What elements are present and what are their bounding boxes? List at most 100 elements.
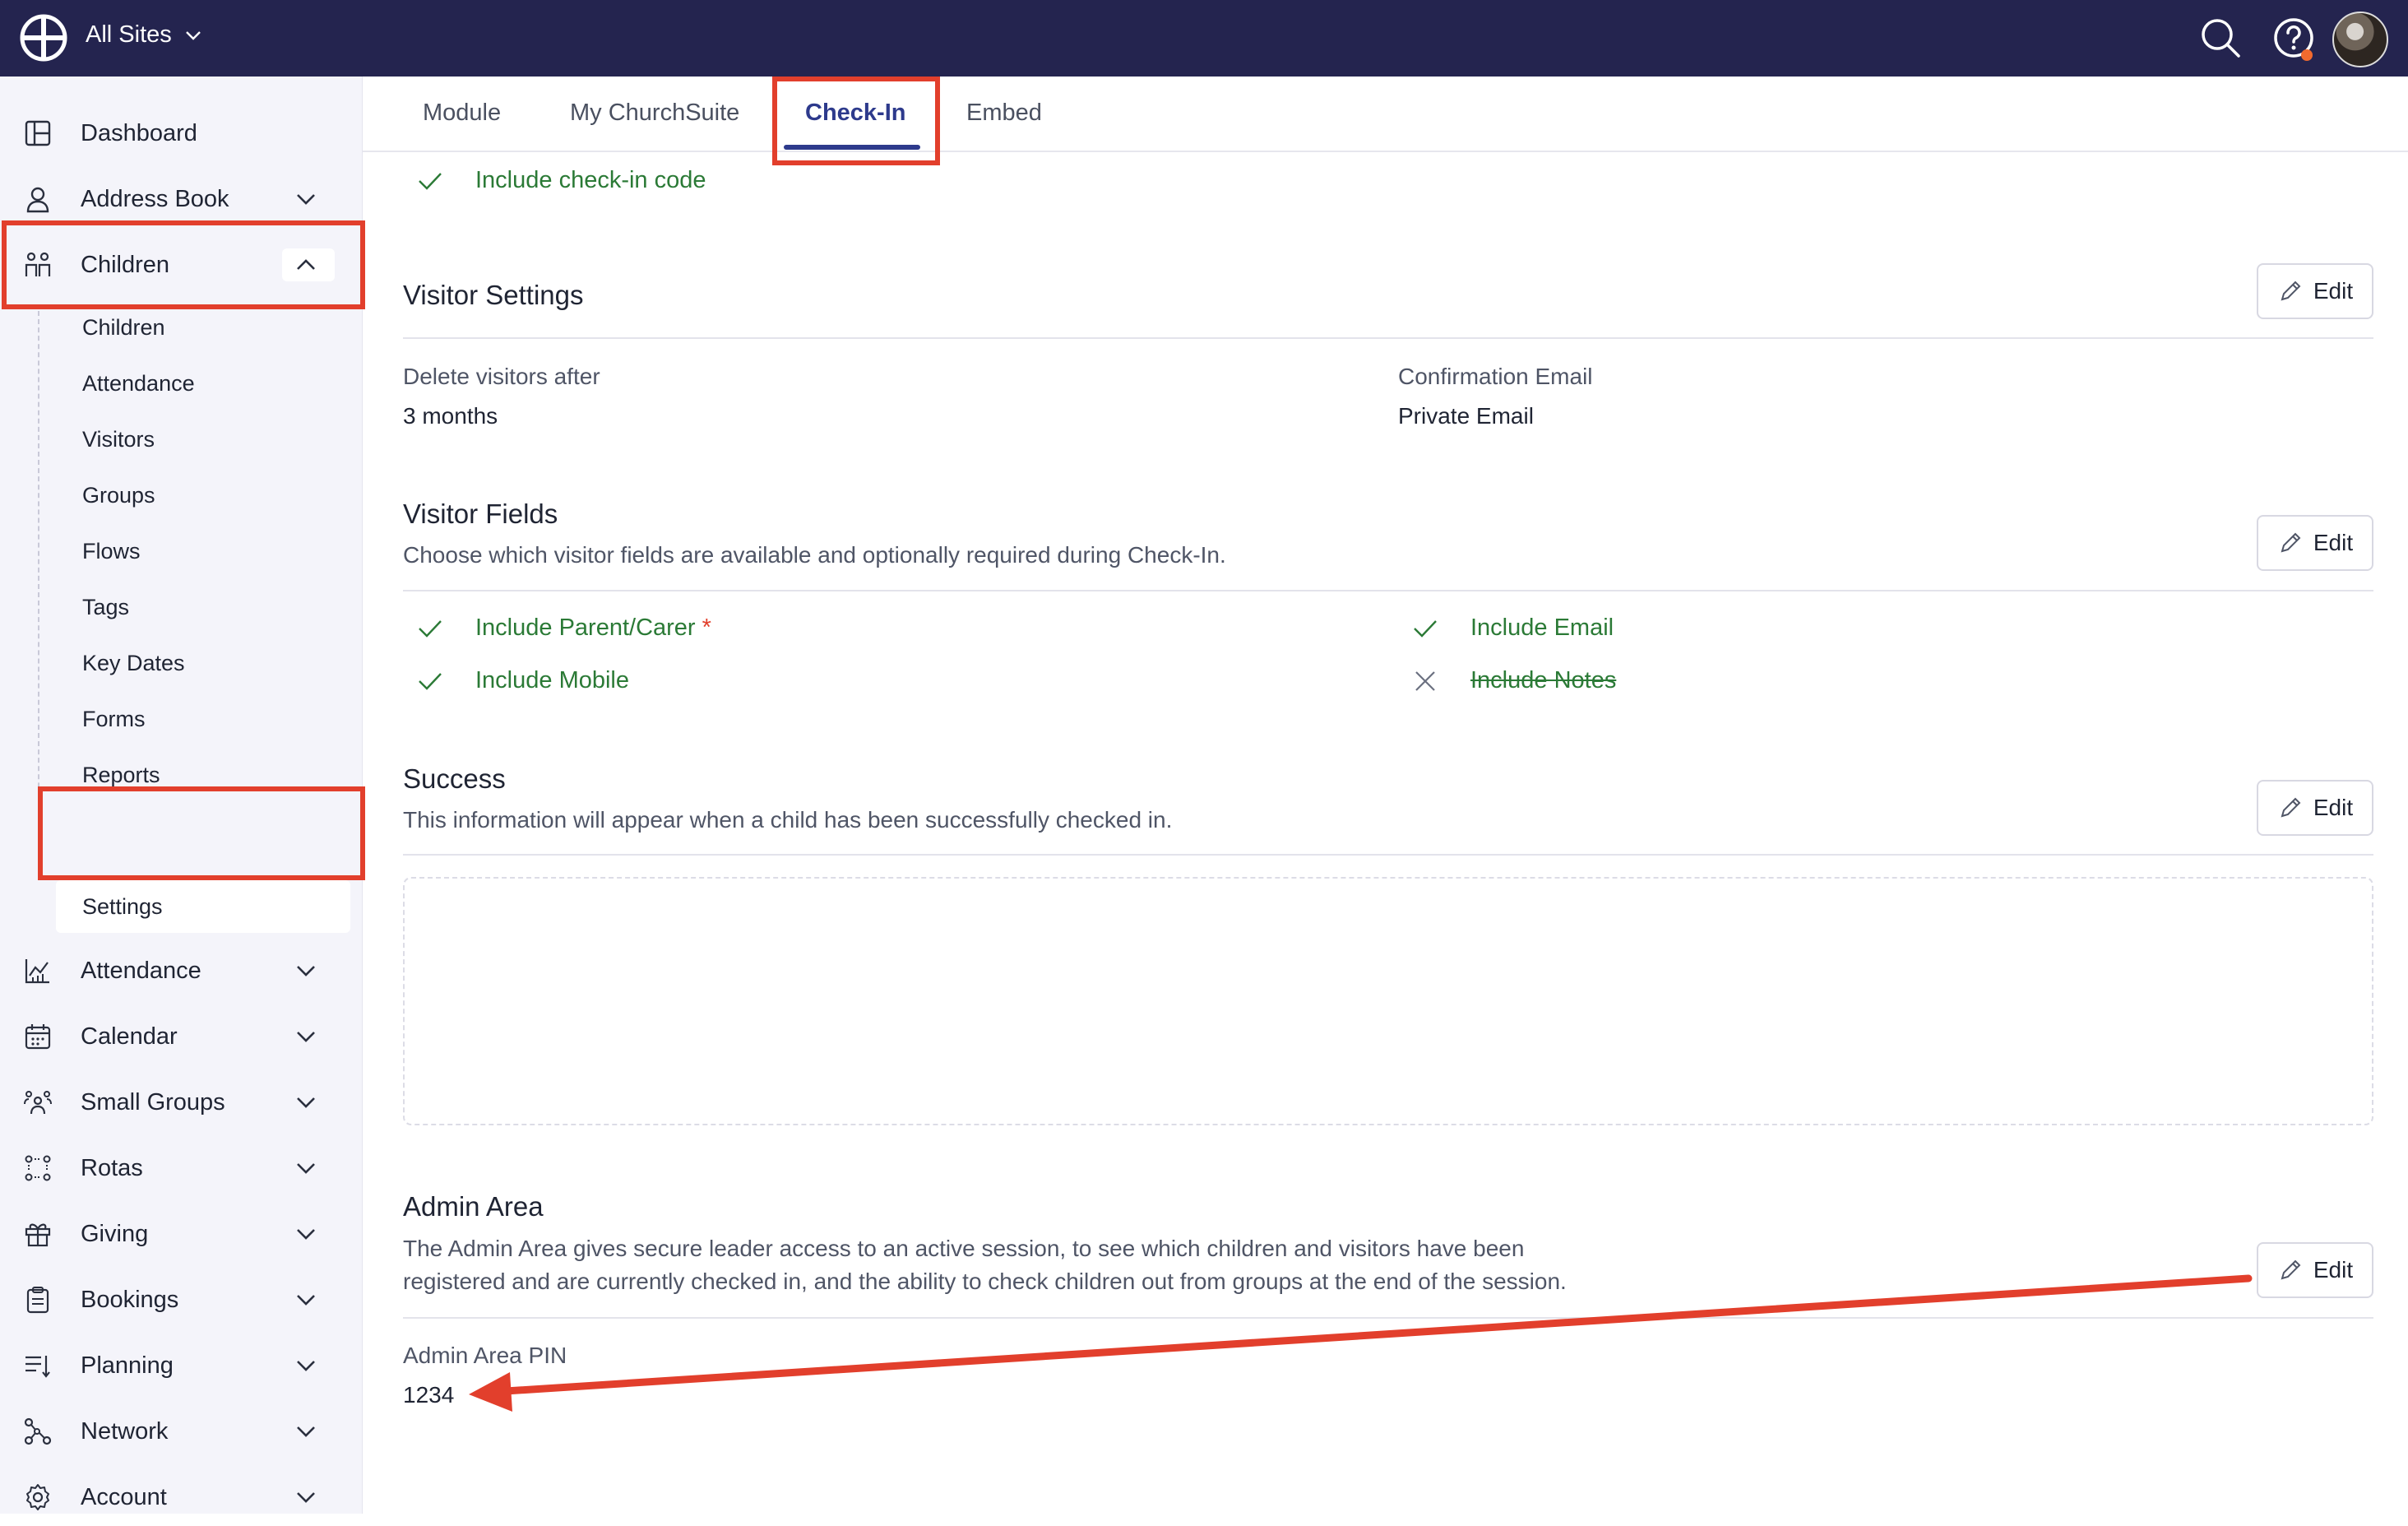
include-parent-carer-label: Include Parent/Carer (475, 615, 696, 641)
sidebar-item-label: Attendance (81, 957, 201, 984)
dashboard-icon (25, 120, 51, 146)
sidebar-item-address-book[interactable]: Address Book (0, 170, 362, 228)
notification-dot (2301, 49, 2313, 61)
tab-embed[interactable]: Embed (966, 100, 1042, 127)
gear-icon (26, 1484, 49, 1510)
annotation-highlight-check-in-tab (772, 77, 940, 165)
divider (403, 337, 2373, 339)
pencil-icon (2281, 797, 2301, 818)
calendar-icon (25, 1024, 51, 1050)
divider (403, 854, 2373, 856)
delete-visitors-label: Delete visitors after (403, 364, 600, 389)
tab-my-churchsuite[interactable]: My ChurchSuite (570, 100, 739, 127)
chevron-down-icon[interactable] (294, 1222, 317, 1245)
site-selector[interactable]: All Sites (86, 21, 203, 49)
sidebar-item-label: Giving (81, 1220, 149, 1247)
chevron-down-icon[interactable] (294, 1157, 317, 1180)
include-parent-carer: Include Parent/Carer * (475, 615, 711, 642)
search-icon[interactable] (2197, 15, 2244, 61)
success-description: This information will appear when a chil… (403, 807, 1173, 833)
sidebar-item-calendar[interactable]: Calendar (0, 1008, 362, 1065)
edit-visitor-settings-button[interactable]: Edit (2257, 263, 2373, 319)
visitor-fields-title: Visitor Fields (403, 499, 558, 529)
success-title: Success (403, 763, 506, 794)
pencil-icon (2281, 281, 2301, 301)
admin-area-pin-value: 1234 (403, 1382, 455, 1408)
cross-icon (1415, 671, 1435, 691)
sidebar-item-bookings[interactable]: Bookings (0, 1271, 362, 1329)
sidebar-item-label: Small Groups (81, 1088, 225, 1116)
confirmation-email-value: Private Email (1398, 403, 1534, 429)
sidebar-item-label: Planning (81, 1352, 174, 1379)
edit-label: Edit (2313, 1257, 2354, 1282)
chevron-down-icon[interactable] (294, 1486, 317, 1509)
sidebar-item-small-groups[interactable]: Small Groups (0, 1074, 362, 1131)
top-bar: All Sites (0, 0, 2408, 77)
sidebar-item-rotas[interactable]: Rotas (0, 1139, 362, 1197)
churchsuite-logo-icon[interactable] (20, 14, 67, 62)
chevron-down-icon[interactable] (294, 959, 317, 982)
sidebar-item-account[interactable]: Account (0, 1468, 362, 1526)
sub-item-flows[interactable]: Flows (82, 531, 141, 572)
admin-area-title: Admin Area (403, 1191, 544, 1222)
pencil-icon (2281, 1259, 2301, 1280)
chevron-down-icon[interactable] (294, 188, 317, 211)
sub-item-forms[interactable]: Forms (82, 698, 146, 740)
sidebar-item-network[interactable]: Network (0, 1403, 362, 1460)
sidebar-item-label: Bookings (81, 1286, 179, 1313)
edit-success-button[interactable]: Edit (2257, 780, 2373, 836)
sub-item-attendance[interactable]: Attendance (82, 363, 195, 404)
chevron-down-icon[interactable] (294, 1354, 317, 1377)
required-asterisk: * (702, 615, 711, 641)
visitor-fields-description: Choose which visitor fields are availabl… (403, 542, 1226, 568)
sub-item-groups[interactable]: Groups (82, 475, 155, 516)
sidebar-item-label: Address Book (81, 185, 229, 212)
edit-visitor-fields-button[interactable]: Edit (2257, 515, 2373, 571)
edit-admin-area-button[interactable]: Edit (2257, 1242, 2373, 1298)
annotation-highlight-children (2, 220, 365, 309)
include-email: Include Email (1470, 615, 1614, 641)
sidebar-item-planning[interactable]: Planning (0, 1337, 362, 1394)
divider (403, 1317, 2373, 1319)
tab-bar: Module My ChurchSuite Check-In Embed (363, 77, 2408, 152)
planning-icon (25, 1356, 50, 1378)
user-avatar[interactable] (2332, 12, 2388, 67)
sidebar-item-label: Calendar (81, 1023, 178, 1050)
chevron-down-icon[interactable] (294, 1091, 317, 1114)
groups-icon (24, 1091, 52, 1115)
annotation-highlight-settings (38, 786, 365, 880)
admin-area-description-line2: registered and are currently checked in,… (403, 1269, 1567, 1294)
edit-label: Edit (2313, 795, 2354, 820)
include-mobile: Include Mobile (475, 667, 629, 693)
delete-visitors-value: 3 months (403, 403, 498, 429)
chevron-down-icon (185, 30, 201, 40)
check-icon (419, 673, 442, 690)
sub-item-visitors[interactable]: Visitors (82, 419, 155, 460)
sidebar-item-dashboard[interactable]: Dashboard (0, 104, 362, 162)
edit-label: Edit (2313, 278, 2354, 304)
sidebar-item-label: Account (81, 1483, 167, 1510)
sub-item-key-dates[interactable]: Key Dates (82, 642, 185, 684)
sidebar-item-giving[interactable]: Giving (0, 1205, 362, 1263)
sidebar-item-attendance[interactable]: Attendance (0, 942, 362, 1000)
rotas-icon (25, 1155, 51, 1181)
sub-item-settings[interactable]: Settings (82, 886, 163, 927)
include-check-in-code: Include check-in code (475, 167, 706, 193)
include-notes: Include Notes (1470, 667, 1617, 693)
sidebar-item-label: Network (81, 1417, 169, 1445)
edit-label: Edit (2313, 530, 2354, 555)
chevron-down-icon[interactable] (294, 1288, 317, 1311)
sub-item-tags[interactable]: Tags (82, 587, 129, 628)
confirmation-email-label: Confirmation Email (1398, 364, 1593, 389)
success-message-box (403, 877, 2373, 1125)
chevron-down-icon[interactable] (294, 1420, 317, 1443)
chevron-down-icon[interactable] (294, 1025, 317, 1048)
divider (403, 590, 2373, 591)
sub-item-children[interactable]: Children (82, 307, 165, 348)
admin-area-description-line1: The Admin Area gives secure leader acces… (403, 1236, 1525, 1261)
chart-icon (25, 959, 49, 984)
check-icon (419, 173, 442, 190)
tab-module[interactable]: Module (423, 100, 501, 127)
admin-area-pin-label: Admin Area PIN (403, 1343, 567, 1368)
clipboard-icon (26, 1287, 49, 1314)
